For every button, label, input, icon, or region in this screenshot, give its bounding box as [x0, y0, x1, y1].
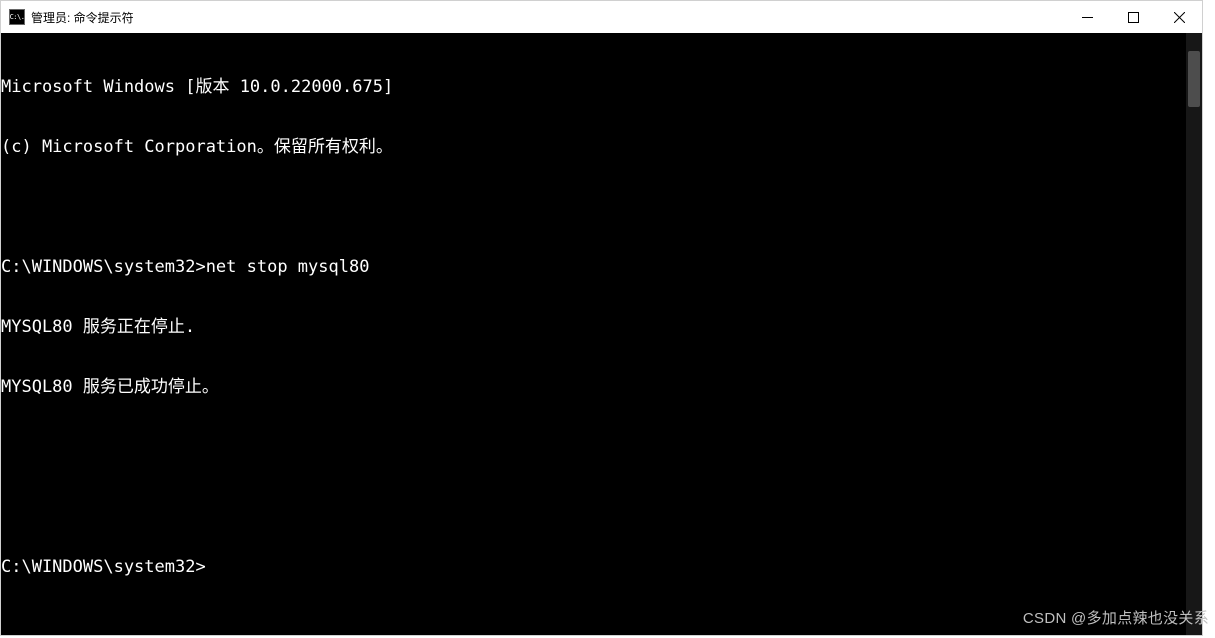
terminal-line: Microsoft Windows [版本 10.0.22000.675]	[1, 77, 1186, 97]
maximize-button[interactable]	[1110, 1, 1156, 33]
terminal-line: (c) Microsoft Corporation。保留所有权利。	[1, 137, 1186, 157]
cmd-icon: C:\.	[9, 9, 25, 25]
watermark: CSDN @多加点辣也没关系	[1023, 607, 1209, 628]
cmd-icon-label: C:\.	[10, 13, 25, 21]
terminal-line	[1, 497, 1186, 517]
minimize-icon	[1082, 12, 1093, 23]
window-title: 管理员: 命令提示符	[31, 9, 134, 26]
terminal-line: C:\WINDOWS\system32>net stop mysql80	[1, 257, 1186, 277]
window-controls	[1064, 1, 1202, 33]
terminal-line: MYSQL80 服务已成功停止。	[1, 377, 1186, 397]
minimize-button[interactable]	[1064, 1, 1110, 33]
terminal-line: MYSQL80 服务正在停止.	[1, 317, 1186, 337]
title-left: C:\. 管理员: 命令提示符	[9, 9, 134, 26]
terminal-content[interactable]: Microsoft Windows [版本 10.0.22000.675] (c…	[1, 33, 1186, 635]
maximize-icon	[1128, 12, 1139, 23]
cmd-window: C:\. 管理员: 命令提示符	[0, 0, 1203, 636]
terminal-line: C:\WINDOWS\system32>	[1, 557, 1186, 577]
scrollbar-track[interactable]	[1186, 33, 1202, 635]
scrollbar-thumb[interactable]	[1188, 51, 1200, 107]
terminal-area[interactable]: Microsoft Windows [版本 10.0.22000.675] (c…	[1, 33, 1202, 635]
close-icon	[1174, 12, 1185, 23]
terminal-line	[1, 437, 1186, 457]
close-button[interactable]	[1156, 1, 1202, 33]
terminal-line	[1, 197, 1186, 217]
title-bar: C:\. 管理员: 命令提示符	[1, 1, 1202, 33]
